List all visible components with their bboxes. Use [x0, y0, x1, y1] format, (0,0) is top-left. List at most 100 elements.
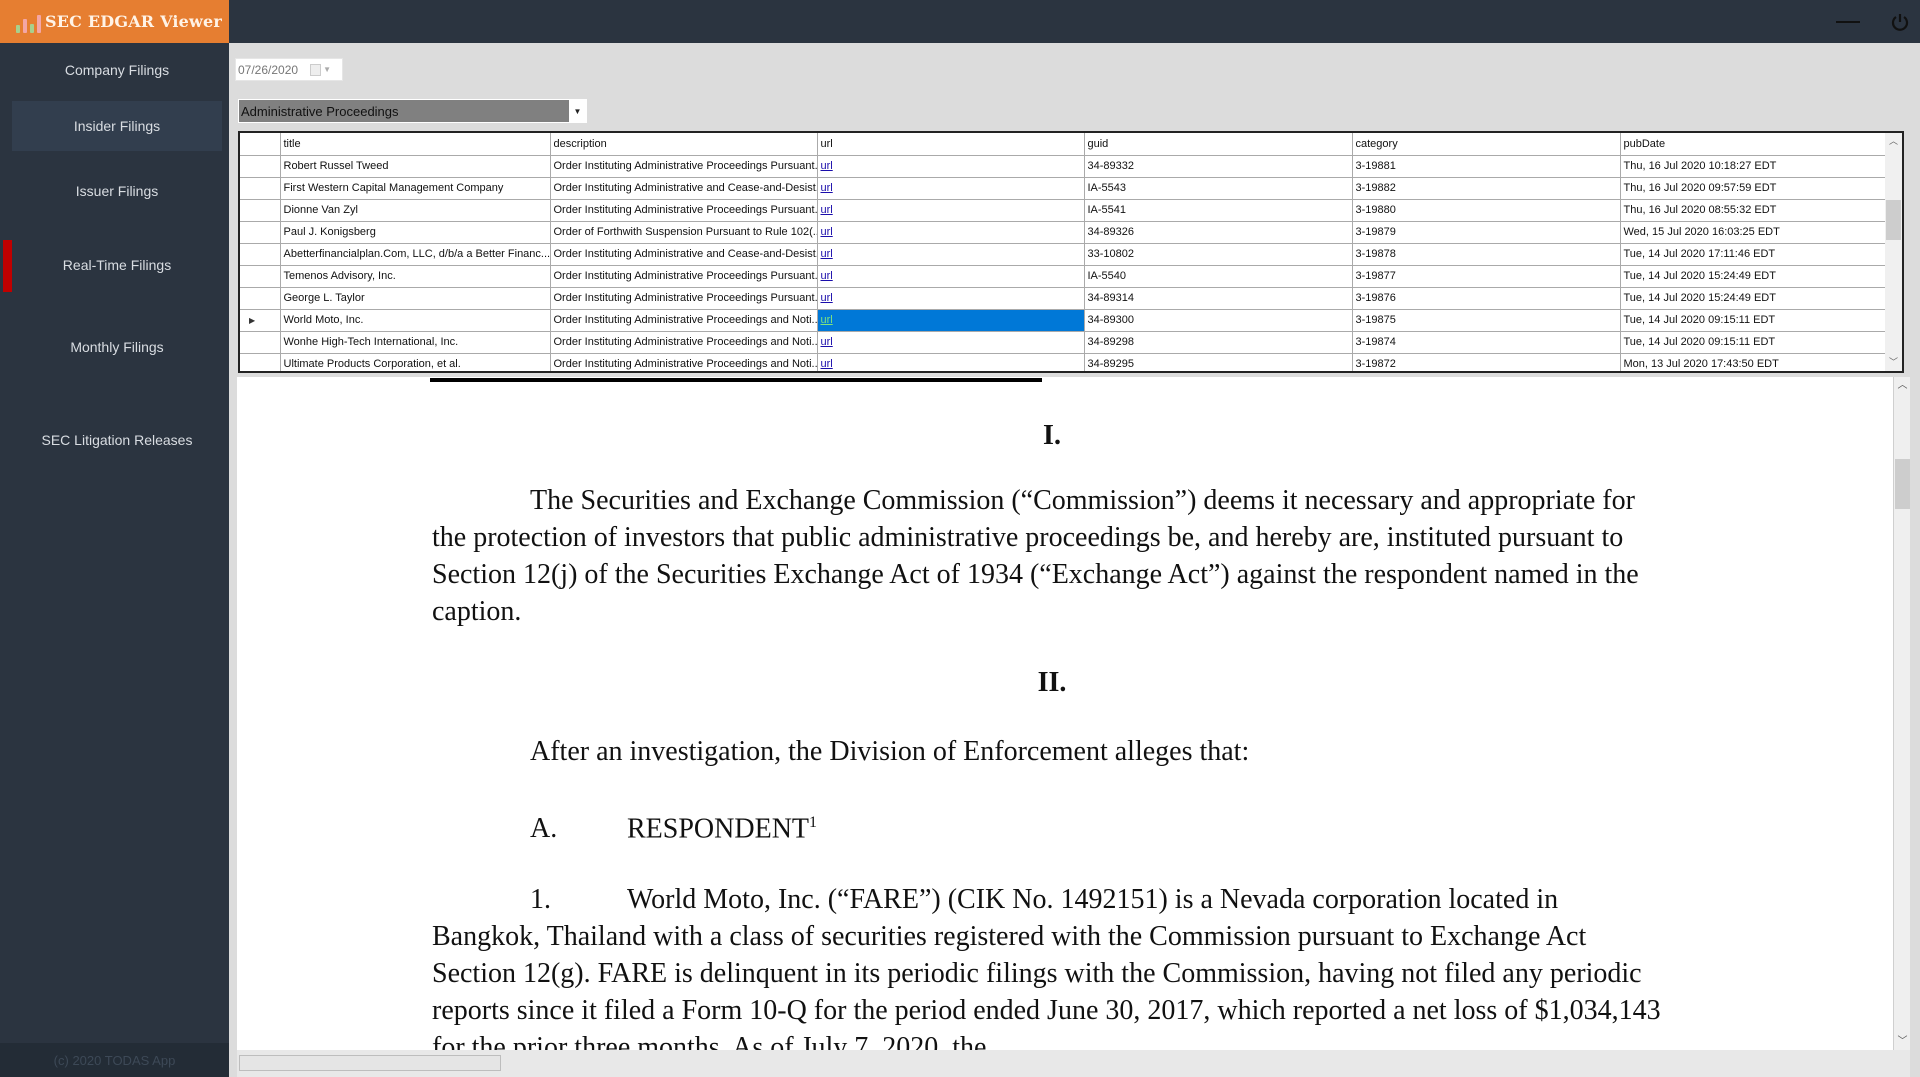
cell-category[interactable]: 3-19872 [1351, 352, 1621, 371]
row-header[interactable] [240, 330, 281, 354]
cell-description[interactable]: Order Instituting Administrative Proceed… [549, 308, 818, 332]
cell-category[interactable]: 3-19875 [1351, 308, 1621, 332]
url-link[interactable]: url [821, 182, 833, 194]
scroll-thumb[interactable] [239, 1055, 501, 1071]
category-dropdown[interactable]: Administrative Proceedings ▼ [238, 99, 587, 123]
cell-pubdate[interactable]: Tue, 14 Jul 2020 09:15:11 EDT [1619, 330, 1887, 354]
cell-description[interactable]: Order Instituting Administrative and Cea… [549, 176, 818, 200]
cell-title[interactable]: Temenos Advisory, Inc. [279, 264, 551, 288]
table-row[interactable]: ▶ World Moto, Inc. Order Instituting Admin… [240, 308, 1887, 332]
cell-pubdate[interactable]: Tue, 14 Jul 2020 15:24:49 EDT [1619, 264, 1887, 288]
grid-vertical-scrollbar[interactable]: ︿ ﹀ [1885, 133, 1902, 371]
cell-description[interactable]: Order Instituting Administrative Proceed… [549, 154, 818, 178]
cell-category[interactable]: 3-19876 [1351, 286, 1621, 310]
row-header[interactable] [240, 264, 281, 288]
cell-pubdate[interactable]: Thu, 16 Jul 2020 08:55:32 EDT [1619, 198, 1887, 222]
url-link[interactable]: url [821, 270, 833, 282]
sidebar-item-company-filings[interactable]: Company Filings [12, 45, 222, 95]
cell-category[interactable]: 3-19881 [1351, 154, 1621, 178]
row-header[interactable] [240, 176, 281, 200]
cell-guid[interactable]: IA-5540 [1083, 264, 1353, 288]
cell-url[interactable]: url [816, 264, 1085, 288]
cell-category[interactable]: 3-19879 [1351, 220, 1621, 244]
sidebar-item-real-time-filings[interactable]: Real-Time Filings [12, 240, 222, 290]
cell-guid[interactable]: 34-89298 [1083, 330, 1353, 354]
table-row[interactable]: First Western Capital Management Company… [240, 176, 1887, 200]
table-row[interactable]: Wonhe High-Tech International, Inc. Order… [240, 330, 1887, 354]
column-header-title[interactable]: title [279, 133, 551, 156]
cell-title[interactable]: First Western Capital Management Company [279, 176, 551, 200]
cell-title[interactable]: Wonhe High-Tech International, Inc. [279, 330, 551, 354]
cell-description[interactable]: Order Instituting Administrative Proceed… [549, 352, 818, 371]
cell-url[interactable]: url [816, 352, 1085, 371]
table-row[interactable]: Abetterfinancialplan.Com, LLC, d/b/a a B… [240, 242, 1887, 266]
cell-title[interactable]: Abetterfinancialplan.Com, LLC, d/b/a a B… [279, 242, 551, 266]
table-row[interactable]: George L. Taylor Order Instituting Admini… [240, 286, 1887, 310]
cell-description[interactable]: Order Instituting Administrative Proceed… [549, 286, 818, 310]
column-header-description[interactable]: description [549, 133, 818, 156]
cell-title[interactable]: World Moto, Inc. [279, 308, 551, 332]
cell-category[interactable]: 3-19880 [1351, 198, 1621, 222]
url-link[interactable]: url [821, 336, 833, 348]
cell-title[interactable]: George L. Taylor [279, 286, 551, 310]
date-picker[interactable]: 07/26/2020 ▼ [235, 58, 343, 81]
scroll-down-icon[interactable]: ﹀ [1894, 1033, 1911, 1050]
cell-guid[interactable]: 34-89314 [1083, 286, 1353, 310]
table-row[interactable]: Temenos Advisory, Inc. Order Instituting … [240, 264, 1887, 288]
cell-category[interactable]: 3-19882 [1351, 176, 1621, 200]
scroll-up-icon[interactable]: ︿ [1885, 133, 1902, 150]
cell-guid[interactable]: 34-89332 [1083, 154, 1353, 178]
table-row[interactable]: Robert Russel Tweed Order Instituting Adm… [240, 154, 1887, 178]
calendar-icon[interactable] [310, 63, 322, 76]
row-header[interactable] [240, 154, 281, 178]
cell-guid[interactable]: 33-10802 [1083, 242, 1353, 266]
sidebar-item-monthly-filings[interactable]: Monthly Filings [12, 322, 222, 372]
sidebar-item-sec-litigation-releases[interactable]: SEC Litigation Releases [12, 415, 222, 465]
cell-description[interactable]: Order Instituting Administrative Proceed… [549, 264, 818, 288]
row-header[interactable] [240, 242, 281, 266]
document-horizontal-scrollbar[interactable] [237, 1050, 1910, 1077]
cell-description[interactable]: Order of Forthwith Suspension Pursuant t… [549, 220, 818, 244]
cell-guid[interactable]: 34-89300 [1083, 308, 1353, 332]
row-header[interactable] [240, 286, 281, 310]
cell-guid[interactable]: IA-5541 [1083, 198, 1353, 222]
table-row[interactable]: Dionne Van Zyl Order Instituting Administ… [240, 198, 1887, 222]
cell-url[interactable]: url [816, 154, 1085, 178]
url-link[interactable]: url [821, 226, 833, 238]
url-link[interactable]: url [821, 160, 833, 172]
url-link[interactable]: url [821, 204, 833, 216]
cell-category[interactable]: 3-19877 [1351, 264, 1621, 288]
cell-title[interactable]: Dionne Van Zyl [279, 198, 551, 222]
cell-pubdate[interactable]: Thu, 16 Jul 2020 10:18:27 EDT [1619, 154, 1887, 178]
row-header[interactable] [240, 220, 281, 244]
cell-pubdate[interactable]: Thu, 16 Jul 2020 09:57:59 EDT [1619, 176, 1887, 200]
cell-url[interactable]: url [816, 220, 1085, 244]
cell-url[interactable]: url [816, 308, 1085, 332]
cell-guid[interactable]: IA-5543 [1083, 176, 1353, 200]
cell-title[interactable]: Paul J. Konigsberg [279, 220, 551, 244]
cell-guid[interactable]: 34-89326 [1083, 220, 1353, 244]
url-link[interactable]: url [821, 248, 833, 260]
sidebar-item-issuer-filings[interactable]: Issuer Filings [12, 166, 222, 216]
cell-description[interactable]: Order Instituting Administrative and Cea… [549, 242, 818, 266]
document-vertical-scrollbar[interactable]: ︿ ﹀ [1893, 377, 1910, 1050]
cell-url[interactable]: url [816, 330, 1085, 354]
cell-url[interactable]: url [816, 242, 1085, 266]
scroll-down-icon[interactable]: ﹀ [1885, 354, 1902, 371]
table-row[interactable]: Ultimate Products Corporation, et al. Ord… [240, 352, 1887, 371]
scroll-up-icon[interactable]: ︿ [1894, 377, 1911, 394]
dropdown-arrow-icon[interactable]: ▼ [569, 100, 586, 122]
cell-category[interactable]: 3-19878 [1351, 242, 1621, 266]
cell-pubdate[interactable]: Tue, 14 Jul 2020 17:11:46 EDT [1619, 242, 1887, 266]
url-link[interactable]: url [821, 292, 833, 304]
cell-url[interactable]: url [816, 198, 1085, 222]
cell-title[interactable]: Ultimate Products Corporation, et al. [279, 352, 551, 371]
minimize-icon[interactable] [1836, 20, 1860, 23]
cell-url[interactable]: url [816, 286, 1085, 310]
cell-pubdate[interactable]: Mon, 13 Jul 2020 17:43:50 EDT [1619, 352, 1887, 371]
table-row[interactable]: Paul J. Konigsberg Order of Forthwith Sus… [240, 220, 1887, 244]
scroll-thumb[interactable] [1886, 200, 1901, 240]
cell-category[interactable]: 3-19874 [1351, 330, 1621, 354]
cell-pubdate[interactable]: Tue, 14 Jul 2020 15:24:49 EDT [1619, 286, 1887, 310]
cell-url[interactable]: url [816, 176, 1085, 200]
